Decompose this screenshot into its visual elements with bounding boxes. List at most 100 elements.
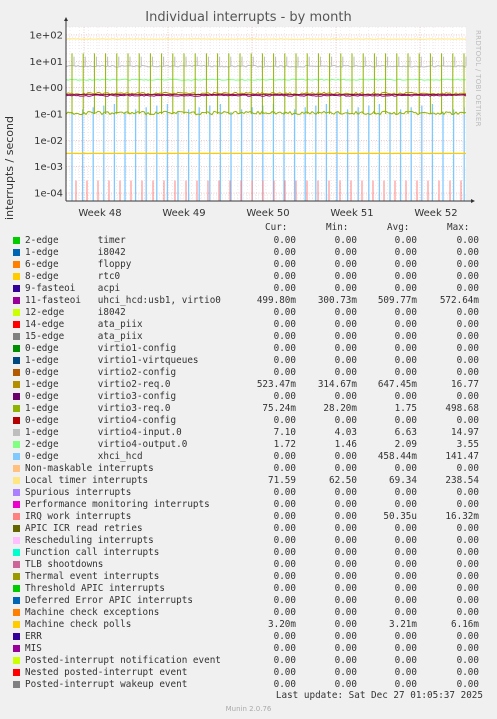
header-min: Min: [326, 222, 349, 233]
legend-swatch [13, 380, 20, 388]
legend-max: 0.00 [456, 522, 479, 534]
legend-min: 62.50 [329, 474, 357, 486]
legend-swatch [13, 476, 20, 484]
legend-label: 11-fasteoi uhci_hcd:usb1, virtio0 [25, 294, 221, 306]
legend-label: 2-edge virtio4-output.0 [25, 438, 188, 450]
legend-avg: 509.77m [377, 294, 417, 306]
header-avg: Avg: [387, 222, 410, 233]
legend-label: 1-edge i8042 [25, 246, 126, 258]
legend-swatch [13, 236, 20, 244]
legend-min: 0.00 [334, 282, 357, 294]
legend-min: 314.67m [317, 378, 357, 390]
legend-max: 0.00 [456, 642, 479, 654]
legend-swatch [13, 428, 20, 436]
legend-cur: 0.00 [273, 342, 296, 354]
legend-max: 6.16m [451, 618, 479, 630]
legend-avg: 0.00 [394, 390, 417, 402]
legend-cur: 0.00 [273, 522, 296, 534]
header-max: Max: [447, 222, 470, 233]
legend-label: 0-edge virtio4-config [25, 414, 177, 426]
legend-avg: 0.00 [394, 642, 417, 654]
chart-plot: 1e+02 1e+01 1e+00 1e-01 1e-02 1e-03 1e-04 Week … [29, 17, 475, 219]
legend-swatch [13, 260, 20, 268]
legend-avg: 6.63 [394, 426, 417, 438]
legend-row: 0-edge xhci_hcd 0.00 0.00 458.44m 141.47 [0, 451, 497, 463]
y-tick-label: 1e-04 [34, 189, 63, 200]
legend-min: 0.00 [334, 498, 357, 510]
legend-max: 238.54 [445, 474, 479, 486]
legend-swatch [13, 440, 20, 448]
legend-row: 1-edge i8042 0.00 0.00 0.00 0.00 [0, 247, 497, 259]
legend-row: APIC ICR read retries 0.00 0.00 0.00 0.00 [0, 523, 497, 535]
x-tick-label: Week 48 [78, 208, 121, 219]
legend-row: 11-fasteoi uhci_hcd:usb1, virtio0 499.80m… [0, 295, 497, 307]
legend-max: 0.00 [456, 654, 479, 666]
legend-cur: 0.00 [273, 354, 296, 366]
legend-cur: 0.00 [273, 234, 296, 246]
legend-avg: 0.00 [394, 666, 417, 678]
legend-avg: 0.00 [394, 594, 417, 606]
legend-cur: 0.00 [273, 510, 296, 522]
legend-min: 0.00 [334, 234, 357, 246]
legend-swatch [13, 584, 20, 592]
legend-min: 0.00 [334, 618, 357, 630]
legend-swatch [13, 296, 20, 304]
legend-row: Thermal event interrupts 0.00 0.00 0.00 0.00 [0, 571, 497, 583]
legend-label: Non-maskable interrupts [25, 462, 154, 474]
legend-min: 0.00 [334, 510, 357, 522]
legend-max: 0.00 [456, 606, 479, 618]
legend-row: Posted-interrupt wakeup event 0.00 0.00 0.0… [0, 679, 497, 691]
legend-min: 0.00 [334, 606, 357, 618]
legend-label: APIC ICR read retries [25, 522, 143, 534]
legend-cur: 0.00 [273, 570, 296, 582]
legend-max: 0.00 [456, 570, 479, 582]
legend-max: 0.00 [456, 594, 479, 606]
legend-label: Spurious interrupts [25, 486, 132, 498]
legend-row: 8-edge rtc0 0.00 0.00 0.00 0.00 [0, 271, 497, 283]
legend-max: 0.00 [456, 534, 479, 546]
legend-min: 300.73m [317, 294, 357, 306]
legend-label: Thermal event interrupts [25, 570, 160, 582]
legend-swatch [13, 656, 20, 664]
legend-cur: 3.20m [268, 618, 296, 630]
legend-cur: 0.00 [273, 498, 296, 510]
legend-min: 0.00 [334, 630, 357, 642]
legend-avg: 0.00 [394, 318, 417, 330]
legend-min: 0.00 [334, 318, 357, 330]
legend-label: 15-edge ata_piix [25, 330, 143, 342]
legend-cur: 0.00 [273, 546, 296, 558]
legend-label: Deferred Error APIC interrupts [25, 594, 193, 606]
legend-cur: 499.80m [256, 294, 296, 306]
legend-row: 6-edge floppy 0.00 0.00 0.00 0.00 [0, 259, 497, 271]
legend-max: 0.00 [456, 630, 479, 642]
legend-label: 0-edge virtio2-config [25, 366, 177, 378]
legend-label: 8-edge rtc0 [25, 270, 121, 282]
x-tick-label: Week 49 [162, 208, 205, 219]
legend-avg: 0.00 [394, 246, 417, 258]
legend-max: 0.00 [456, 270, 479, 282]
legend-avg: 0.00 [394, 570, 417, 582]
legend-row: 2-edge timer 0.00 0.00 0.00 0.00 [0, 235, 497, 247]
legend-label: TLB shootdowns [25, 558, 104, 570]
legend-avg: 458.44m [377, 450, 417, 462]
legend-avg: 0.00 [394, 270, 417, 282]
legend-row: 0-edge virtio3-config 0.00 0.00 0.00 0.00 [0, 391, 497, 403]
legend-avg: 0.00 [394, 306, 417, 318]
legend-swatch [13, 572, 20, 580]
last-update: Last update: Sat Dec 27 01:05:37 2025 [275, 690, 483, 701]
legend-swatch [13, 668, 20, 676]
legend-cur: 0.00 [273, 306, 296, 318]
legend-max: 0.00 [456, 246, 479, 258]
legend-row: Machine check polls 3.20m 0.00 3.21m 6.16m [0, 619, 497, 631]
legend-row: 0-edge virtio4-config 0.00 0.00 0.00 0.00 [0, 415, 497, 427]
legend-swatch [13, 284, 20, 292]
legend-label: 0-edge virtio3-config [25, 390, 177, 402]
legend-swatch [13, 536, 20, 544]
legend-min: 0.00 [334, 654, 357, 666]
x-axis-arrow [471, 199, 475, 203]
legend-max: 0.00 [456, 678, 479, 690]
legend-max: 0.00 [456, 666, 479, 678]
legend-cur: 0.00 [273, 330, 296, 342]
legend-max: 0.00 [456, 558, 479, 570]
legend-swatch [13, 368, 20, 376]
